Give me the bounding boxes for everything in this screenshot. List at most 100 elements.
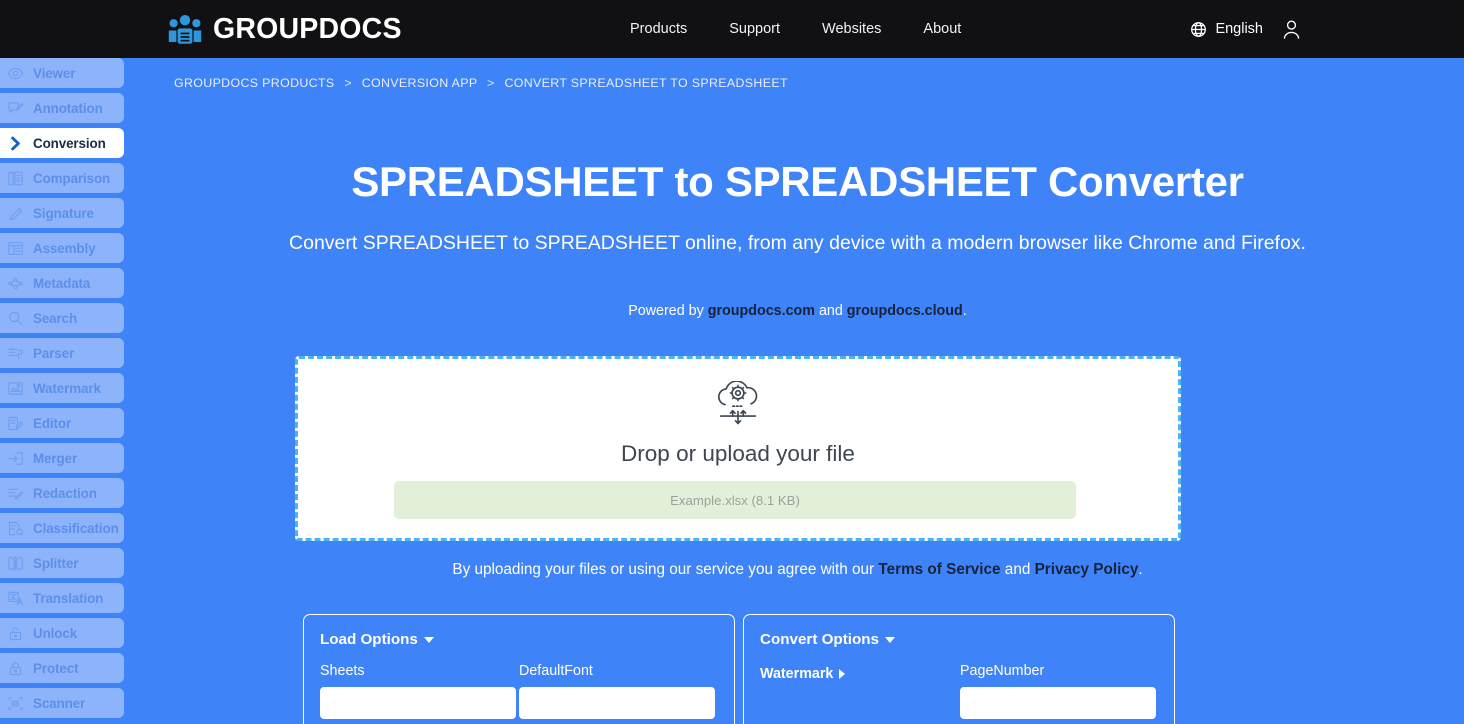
default-font-label: DefaultFont	[519, 663, 593, 679]
language-selector[interactable]: English	[1190, 21, 1263, 38]
terms-of-service-link[interactable]: Terms of Service	[878, 561, 1000, 578]
watermark-label: Watermark	[760, 666, 834, 682]
groupdocs-logo[interactable]: GROUPDOCS	[168, 13, 402, 45]
sidebar-item-classification[interactable]: Classification	[0, 513, 124, 543]
breadcrumb-item-current[interactable]: CONVERT SPREADSHEET TO SPREADSHEET	[504, 76, 787, 90]
sidebar-item-merger[interactable]: Merger	[0, 443, 124, 473]
terms-suffix: .	[1138, 561, 1143, 578]
sidebar-item-label: Editor	[33, 415, 72, 431]
sidebar-item-splitter[interactable]: Splitter	[0, 548, 124, 578]
merger-icon	[6, 449, 25, 468]
sidebar-item-conversion[interactable]: Conversion	[0, 128, 124, 158]
header-right-controls: English	[1190, 0, 1302, 58]
pen-icon	[6, 204, 25, 223]
sidebar-item-label: Splitter	[33, 555, 79, 571]
sidebar-item-label: Scanner	[33, 695, 86, 711]
terms-mid: and	[1000, 561, 1035, 578]
sidebar-item-label: Merger	[33, 450, 78, 466]
watermark-expand-toggle[interactable]: Watermark	[760, 663, 846, 685]
main-content: GROUPDOCS PRODUCTS > CONVERSION APP > CO…	[131, 58, 1464, 724]
load-options-panel: Load Options Sheets DefaultFont	[303, 614, 735, 724]
sidebar-item-label: Search	[33, 310, 78, 326]
load-options-fields: Sheets DefaultFont	[320, 663, 718, 719]
sidebar-item-label: Comparison	[33, 170, 111, 186]
sidebar-item-parser[interactable]: Parser	[0, 338, 124, 368]
comparison-icon	[6, 169, 25, 188]
caret-down-icon	[423, 636, 434, 643]
user-account-button[interactable]	[1281, 19, 1302, 40]
splitter-icon	[6, 554, 25, 573]
example-file-chip[interactable]: Example.xlsx (8.1 KB)	[394, 481, 1076, 519]
parser-icon	[6, 344, 25, 363]
page-title: SPREADSHEET to SPREADSHEET Converter	[351, 158, 1244, 205]
breadcrumb-item-conversion-app[interactable]: CONVERSION APP	[362, 76, 478, 90]
convert-options-toggle[interactable]: Convert Options	[760, 631, 895, 648]
sidebar-item-viewer[interactable]: Viewer	[0, 58, 124, 88]
powered-by-suffix: .	[962, 303, 967, 319]
groupdocs-cloud-link[interactable]: groupdocs.cloud	[847, 303, 963, 319]
sidebar-item-signature[interactable]: Signature	[0, 198, 124, 228]
watermark-field-group: Watermark	[760, 663, 916, 719]
load-options-toggle[interactable]: Load Options	[320, 631, 434, 648]
sidebar-item-annotation[interactable]: Annotation	[0, 93, 124, 123]
page-number-input[interactable]	[960, 687, 1156, 719]
sidebar-item-metadata[interactable]: Metadata	[0, 268, 124, 298]
sidebar-item-search[interactable]: Search	[0, 303, 124, 333]
groupdocs-people-logo-icon	[168, 13, 202, 45]
annotation-icon	[6, 99, 25, 118]
sidebar-item-label: Classification	[33, 520, 119, 536]
caret-right-icon	[839, 669, 846, 679]
breadcrumb-item-groupdocs-products[interactable]: GROUPDOCS PRODUCTS	[174, 76, 335, 90]
top-header: GROUPDOCS Products Support Websites Abou…	[0, 0, 1464, 58]
terms-notice: By uploading your files or using our ser…	[131, 561, 1464, 579]
sidebar-item-assembly[interactable]: Assembly	[0, 233, 124, 263]
nav-item-products[interactable]: Products	[630, 21, 687, 37]
default-font-input[interactable]	[519, 687, 715, 719]
default-font-field-group: DefaultFont	[519, 663, 716, 719]
sheets-input[interactable]	[320, 687, 516, 719]
breadcrumb: GROUPDOCS PRODUCTS > CONVERSION APP > CO…	[174, 76, 788, 90]
page-subtitle: Convert SPREADSHEET to SPREADSHEET onlin…	[289, 232, 1306, 254]
powered-by-prefix: Powered by	[628, 303, 708, 319]
sidebar-item-label: Protect	[33, 660, 79, 676]
assembly-icon	[6, 239, 25, 258]
globe-icon	[1190, 21, 1207, 38]
sidebar-item-label: Assembly	[33, 240, 96, 256]
sidebar-item-scanner[interactable]: Scanner	[0, 688, 124, 718]
translation-icon	[6, 589, 25, 608]
sidebar-item-label: Parser	[33, 345, 75, 361]
unlock-icon	[6, 624, 25, 643]
sheets-field-group: Sheets	[320, 663, 517, 719]
sidebar-item-label: Translation	[33, 590, 104, 606]
powered-by-mid: and	[814, 303, 847, 319]
sidebar-item-label: Annotation	[33, 100, 103, 116]
privacy-policy-link[interactable]: Privacy Policy	[1035, 561, 1139, 578]
file-dropzone[interactable]: Drop or upload your file Example.xlsx (8…	[295, 356, 1181, 541]
cloud-upload-gear-icon	[709, 359, 767, 431]
sidebar-item-label: Metadata	[33, 275, 91, 291]
nav-item-support[interactable]: Support	[729, 21, 780, 37]
powered-by-line: Powered by groupdocs.com and groupdocs.c…	[131, 303, 1464, 319]
sidebar-item-comparison[interactable]: Comparison	[0, 163, 124, 193]
groupdocs-com-link[interactable]: groupdocs.com	[708, 303, 815, 319]
lock-icon	[6, 659, 25, 678]
product-sidebar: Viewer Annotation Conversion Comparison Sign…	[0, 58, 131, 724]
nav-item-websites[interactable]: Websites	[822, 21, 881, 37]
sidebar-item-translation[interactable]: Translation	[0, 583, 124, 613]
convert-options-panel: Convert Options Watermark PageNumber	[743, 614, 1175, 724]
sidebar-item-watermark[interactable]: Watermark	[0, 373, 124, 403]
main-navigation: Products Support Websites About	[630, 0, 961, 58]
page-number-field-group: PageNumber	[960, 663, 1156, 719]
sheets-label: Sheets	[320, 663, 365, 679]
breadcrumb-separator: >	[487, 76, 495, 90]
sidebar-item-unlock[interactable]: Unlock	[0, 618, 124, 648]
search-icon	[6, 309, 25, 328]
sidebar-item-redaction[interactable]: Redaction	[0, 478, 124, 508]
user-avatar-icon	[1281, 19, 1302, 40]
sidebar-item-editor[interactable]: Editor	[0, 408, 124, 438]
nav-item-about[interactable]: About	[923, 21, 961, 37]
dropzone-label: Drop or upload your file	[621, 441, 855, 466]
sidebar-item-protect[interactable]: Protect	[0, 653, 124, 683]
caret-down-icon	[884, 636, 895, 643]
convert-options-title: Convert Options	[760, 631, 879, 648]
